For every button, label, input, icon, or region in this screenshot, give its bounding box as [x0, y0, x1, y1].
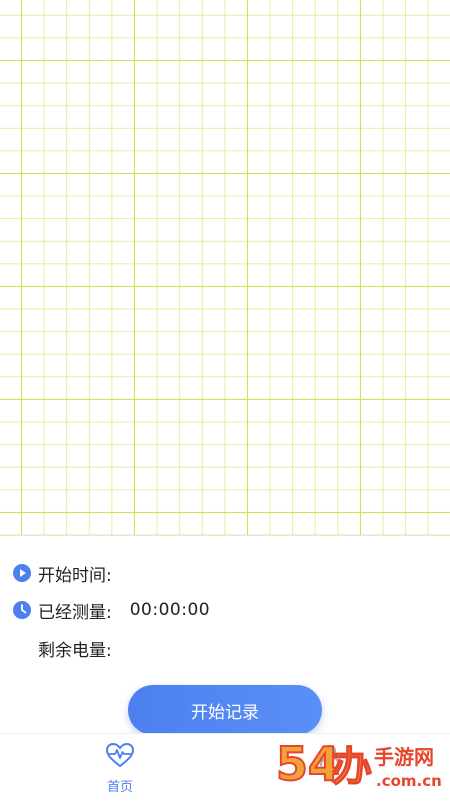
heart-pulse-icon [105, 742, 135, 772]
battery-row: 剩余电量: [12, 636, 130, 661]
bottom-tab-bar: 首页 [0, 733, 450, 801]
measured-value: 00:00:00 [129, 600, 211, 620]
user-icon [317, 742, 343, 772]
measured-label: 已经测量: [38, 602, 112, 623]
ecg-grid [0, 0, 450, 536]
clock-icon [12, 600, 32, 620]
tab-home[interactable]: 首页 [80, 742, 160, 795]
battery-label: 剩余电量: [38, 640, 112, 661]
tab-home-label: 首页 [106, 780, 133, 795]
tab-mine[interactable] [290, 742, 370, 776]
measured-row: 已经测量: 00:00:00 [12, 598, 211, 623]
start-record-button[interactable]: 开始记录 [128, 685, 322, 735]
play-icon [12, 563, 32, 583]
start-time-row: 开始时间: [12, 561, 130, 586]
start-time-label: 开始时间: [38, 565, 112, 586]
